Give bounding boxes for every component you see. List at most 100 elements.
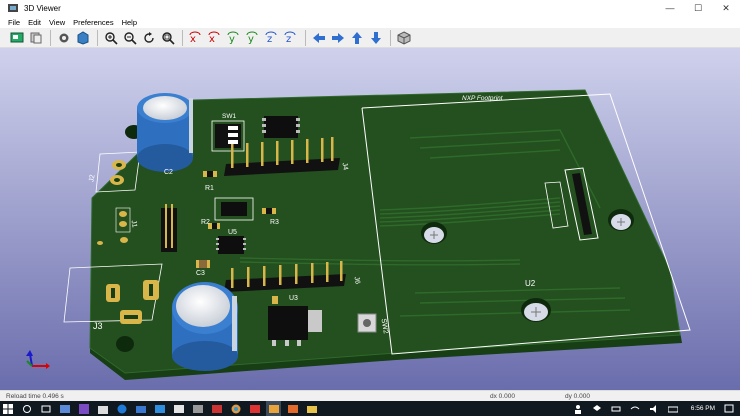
resistor-r1 <box>203 171 217 177</box>
photos-icon[interactable] <box>152 401 167 416</box>
visual-studio-icon[interactable] <box>76 401 91 416</box>
mounting-hole <box>116 336 134 352</box>
menu-help[interactable]: Help <box>122 18 137 27</box>
rotate-z-ccw-icon[interactable]: z <box>282 29 300 47</box>
window-title: 3D Viewer <box>24 3 61 13</box>
wifi-icon[interactable] <box>628 401 643 416</box>
edge-icon[interactable] <box>114 401 129 416</box>
mounting-hole <box>421 222 447 244</box>
3d-viewport[interactable]: NXP Footprint U2 J2 J1 C2 SW1 J4 R1 U5 R… <box>0 48 740 390</box>
taskbar-app-icon[interactable] <box>209 401 224 416</box>
j3-label: J3 <box>93 321 103 331</box>
3d-viewer-taskbar-icon[interactable] <box>266 401 281 416</box>
notifications-icon[interactable] <box>721 401 736 416</box>
taskbar-app-icon[interactable] <box>171 401 186 416</box>
clock[interactable]: 6:56 PM <box>691 405 715 412</box>
toolbar-separator <box>305 29 306 46</box>
status-dy: dy 0.000 <box>565 393 590 400</box>
rendering-icon[interactable] <box>74 29 92 47</box>
minimize-button[interactable]: — <box>656 0 684 16</box>
reload-board-icon[interactable] <box>8 29 26 47</box>
toolbar-separator <box>390 29 391 46</box>
people-icon[interactable] <box>571 401 586 416</box>
rotate-y-ccw-icon[interactable]: y <box>244 29 262 47</box>
nxp-footprint-label: NXP Footprint <box>462 95 504 102</box>
store-icon[interactable] <box>95 401 110 416</box>
svg-text:x: x <box>190 34 196 45</box>
rotate-z-cw-icon[interactable]: z <box>263 29 281 47</box>
u3-label: U3 <box>289 295 298 302</box>
rotate-x-cw-icon[interactable]: x <box>187 29 205 47</box>
reload-time: Reload time 0.496 s <box>6 393 64 400</box>
close-button[interactable]: ✕ <box>712 0 740 16</box>
redraw-icon[interactable] <box>140 29 158 47</box>
sw2-tactile-switch <box>357 313 377 333</box>
maximize-button[interactable]: ☐ <box>684 0 712 16</box>
menu-bar: File Edit View Preferences Help <box>0 16 740 28</box>
capacitor-c2 <box>137 93 193 172</box>
resistor-r3 <box>262 208 276 214</box>
rotate-y-cw-icon[interactable]: y <box>225 29 243 47</box>
task-view-icon[interactable] <box>38 401 53 416</box>
taskbar-app-icon[interactable] <box>57 401 72 416</box>
title-bar: 3D Viewer — ☐ ✕ <box>0 0 740 16</box>
j6-label: J6 <box>353 276 361 285</box>
ortho-view-icon[interactable] <box>395 29 413 47</box>
j2-label: J2 <box>88 174 96 183</box>
toolbar-separator <box>50 29 51 46</box>
start-button[interactable] <box>0 401 15 416</box>
taskbar-app-icon[interactable] <box>247 401 262 416</box>
pin-header-small <box>161 204 177 252</box>
keyboard-icon[interactable] <box>666 401 681 416</box>
dropbox-icon[interactable] <box>590 401 605 416</box>
pan-down-icon[interactable] <box>367 29 385 47</box>
capacitor-bottom <box>172 282 238 371</box>
battery-icon[interactable] <box>609 401 624 416</box>
zoom-in-icon[interactable] <box>102 29 120 47</box>
app-icon <box>8 4 18 12</box>
settings-icon[interactable] <box>55 29 73 47</box>
pan-left-icon[interactable] <box>310 29 328 47</box>
taskbar: 6:56 PM <box>0 401 740 416</box>
menu-preferences[interactable]: Preferences <box>73 18 113 27</box>
mail-icon[interactable] <box>133 401 148 416</box>
status-dx: dx 0.000 <box>490 393 515 400</box>
menu-file[interactable]: File <box>8 18 20 27</box>
system-tray: 6:56 PM <box>571 401 740 416</box>
chrome-icon[interactable] <box>228 401 243 416</box>
menu-view[interactable]: View <box>49 18 65 27</box>
pan-up-icon[interactable] <box>348 29 366 47</box>
u5-chip <box>216 236 246 254</box>
copy-to-clipboard-icon[interactable] <box>27 29 45 47</box>
taskbar-app-icon[interactable] <box>190 401 205 416</box>
sw1-label: SW1 <box>222 113 236 120</box>
c3-label: C3 <box>196 270 205 277</box>
j1-label: J1 <box>130 220 138 229</box>
toolbar-separator <box>97 29 98 46</box>
svg-text:x: x <box>209 34 215 45</box>
svg-text:y: y <box>229 34 235 45</box>
zoom-out-icon[interactable] <box>121 29 139 47</box>
rotate-x-ccw-icon[interactable]: x <box>206 29 224 47</box>
j4-label: J4 <box>341 162 349 171</box>
u5-label: U5 <box>228 229 237 236</box>
mounting-hole <box>521 298 551 322</box>
menu-edit[interactable]: Edit <box>28 18 41 27</box>
svg-text:z: z <box>286 34 291 45</box>
search-icon[interactable] <box>19 401 34 416</box>
svg-text:z: z <box>267 34 272 45</box>
folder-icon[interactable] <box>304 401 319 416</box>
pan-right-icon[interactable] <box>329 29 347 47</box>
svg-text:y: y <box>248 34 254 45</box>
volume-icon[interactable] <box>647 401 662 416</box>
ic-chip <box>262 116 300 138</box>
r2-label: R2 <box>201 219 210 226</box>
status-bar: Reload time 0.496 s dx 0.000 dy 0.000 <box>0 390 740 401</box>
capacitor-c3 <box>196 260 210 268</box>
toolbar: x x y y z z <box>0 28 740 48</box>
taskbar-app-icon[interactable] <box>285 401 300 416</box>
mounting-hole <box>608 209 634 231</box>
r1-label: R1 <box>205 185 214 192</box>
sw1-dip-switch <box>211 120 245 152</box>
zoom-fit-icon[interactable] <box>159 29 177 47</box>
